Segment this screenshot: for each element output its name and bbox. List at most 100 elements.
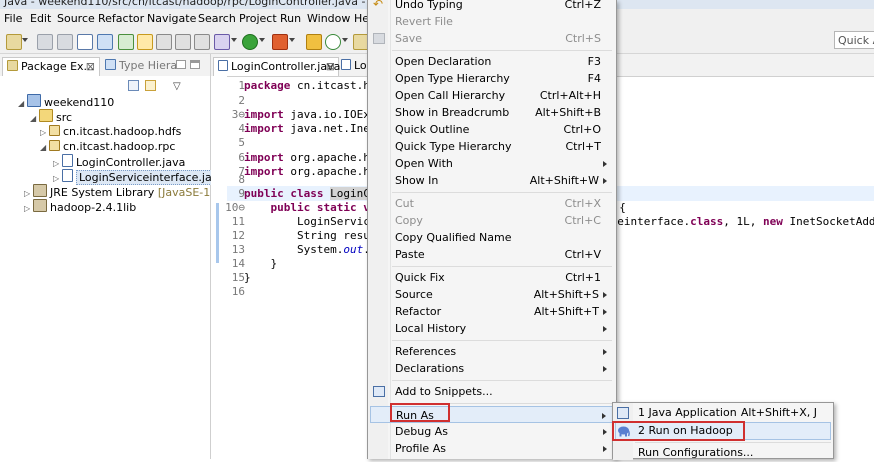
tree-item-hadoop-lib[interactable]: ▷ hadoop-2.4.1lib bbox=[24, 199, 136, 215]
menu-item-undo-typing[interactable]: ↶ Undo Typing Ctrl+Z bbox=[370, 0, 613, 13]
link-with-editor-icon[interactable] bbox=[145, 80, 156, 91]
code-line-12[interactable]: String resul bbox=[244, 229, 376, 242]
menu-source[interactable]: Source bbox=[57, 12, 95, 25]
menu-item-copy-qualified-name[interactable]: Copy Qualified Name bbox=[370, 229, 613, 246]
close-icon[interactable]: ⊠ bbox=[86, 58, 95, 76]
tab-type-hierarchy[interactable]: Type Hiera. bbox=[103, 57, 181, 75]
menu-separator bbox=[392, 50, 612, 51]
menu-item-run-configurations[interactable]: Run Configurations... bbox=[615, 444, 831, 462]
menu-item-show-in[interactable]: Show In Alt+Shift+W bbox=[370, 172, 613, 189]
run-dropdown-icon[interactable] bbox=[259, 38, 265, 42]
menu-item-profile-as[interactable]: Profile As bbox=[370, 440, 613, 457]
line-number: 4 bbox=[238, 122, 245, 135]
code-line-13[interactable]: System.out.p bbox=[244, 243, 377, 256]
tree-item-src[interactable]: ◢ src bbox=[30, 109, 72, 125]
menu-item-label: Copy bbox=[395, 214, 423, 227]
save-all-icon[interactable] bbox=[57, 34, 73, 50]
menu-search[interactable]: Search bbox=[198, 12, 236, 25]
new-class-dropdown-icon[interactable] bbox=[342, 38, 348, 42]
open-task-icon[interactable] bbox=[118, 34, 134, 50]
close-icon[interactable]: ⊠ bbox=[326, 58, 335, 76]
tree-item-jre-library[interactable]: ▷ JRE System Library [JavaSE-1.7] bbox=[24, 184, 225, 200]
menu-item-label: Declarations bbox=[395, 362, 465, 375]
tree-item-project[interactable]: ◢ weekend110 bbox=[18, 94, 114, 110]
code-line-14[interactable]: } bbox=[244, 257, 277, 270]
maximize-icon[interactable] bbox=[190, 60, 200, 69]
menu-item-revert-file[interactable]: Revert File bbox=[370, 13, 613, 30]
menu-item-quick-type-hierarchy[interactable]: Quick Type Hierarchy Ctrl+T bbox=[370, 138, 613, 155]
code-line-10[interactable]: public static vo bbox=[244, 201, 377, 214]
menu-item-open-declaration[interactable]: Open Declaration F3 bbox=[370, 53, 613, 70]
debug-icon[interactable] bbox=[214, 34, 230, 50]
tree-item-loginserviceinterface[interactable]: ▷ LoginServiceinterface.java bbox=[53, 169, 228, 185]
menu-item-copy[interactable]: Copy Ctrl+C bbox=[370, 212, 613, 229]
menu-item-quick-fix[interactable]: Quick Fix Ctrl+1 bbox=[370, 269, 613, 286]
menu-edit[interactable]: Edit bbox=[30, 12, 51, 25]
menu-navigate[interactable]: Navigate bbox=[147, 12, 196, 25]
menu-item-local-history[interactable]: Local History bbox=[370, 320, 613, 337]
menu-item-show-in-breadcrumb[interactable]: Show in Breadcrumb Alt+Shift+B bbox=[370, 104, 613, 121]
menu-item-declarations[interactable]: Declarations bbox=[370, 360, 613, 377]
new-class-icon[interactable] bbox=[325, 34, 341, 50]
open-type-icon[interactable] bbox=[97, 34, 113, 50]
code-line-4[interactable]: import java.net.Inet bbox=[244, 122, 376, 135]
external-tools-icon[interactable] bbox=[272, 34, 288, 50]
menu-item-open-with[interactable]: Open With bbox=[370, 155, 613, 172]
toggle-mark-icon[interactable] bbox=[137, 34, 153, 50]
expand-arrow-icon[interactable]: ◢ bbox=[40, 140, 49, 156]
last-edit-icon[interactable] bbox=[194, 34, 210, 50]
code-line-1[interactable]: package cn.itcast.ha bbox=[244, 79, 376, 92]
code-line-6[interactable]: import org.apache.ha bbox=[244, 151, 376, 164]
tab-package-explorer[interactable]: Package Ex... ⊠ bbox=[2, 57, 100, 76]
menu-file[interactable]: File bbox=[4, 12, 22, 25]
menu-run[interactable]: Run bbox=[280, 12, 301, 25]
code-line-15[interactable]: } bbox=[244, 271, 251, 284]
menu-item-open-type-hierarchy[interactable]: Open Type Hierarchy F4 bbox=[370, 70, 613, 87]
menu-item-java-application[interactable]: 1 Java Application Alt+Shift+X, J bbox=[615, 404, 831, 422]
expand-arrow-icon[interactable]: ◢ bbox=[30, 111, 39, 127]
run-icon[interactable] bbox=[242, 34, 258, 50]
menu-item-debug-as[interactable]: Debug As bbox=[370, 423, 613, 440]
tab-logincontroller[interactable]: LoginController.java ⊠ bbox=[213, 57, 340, 76]
tab-second-editor[interactable]: Lo bbox=[339, 57, 369, 75]
menu-refactor[interactable]: Refactor bbox=[98, 12, 144, 25]
menu-window[interactable]: Window bbox=[307, 12, 350, 25]
menu-item-open-call-hierarchy[interactable]: Open Call Hierarchy Ctrl+Alt+H bbox=[370, 87, 613, 104]
save-icon[interactable] bbox=[37, 34, 53, 50]
tree-item-package-rpc[interactable]: ◢ cn.itcast.hadoop.rpc bbox=[40, 139, 175, 155]
new-dropdown-icon[interactable] bbox=[22, 38, 28, 42]
code-line-3[interactable]: import java.io.IOExc bbox=[244, 108, 376, 121]
menu-item-source[interactable]: Source Alt+Shift+S bbox=[370, 286, 613, 303]
tree-item-logincontroller[interactable]: ▷ LoginController.java bbox=[53, 154, 185, 170]
code-line-7[interactable]: import org.apache.ha bbox=[244, 165, 376, 178]
tree-item-package-hdfs[interactable]: ▷ cn.itcast.hadoop.hdfs bbox=[40, 124, 181, 140]
print-icon[interactable] bbox=[77, 34, 93, 50]
new-java-project-icon[interactable] bbox=[306, 34, 322, 50]
menu-item-quick-outline[interactable]: Quick Outline Ctrl+O bbox=[370, 121, 613, 138]
menu-item-label: 1 Java Application bbox=[638, 406, 737, 419]
collapse-all-icon[interactable] bbox=[128, 80, 139, 91]
menu-item-paste[interactable]: Paste Ctrl+V bbox=[370, 246, 613, 263]
new-icon[interactable] bbox=[6, 34, 22, 50]
prev-annotation-icon[interactable] bbox=[175, 34, 191, 50]
menu-item-label: Open With bbox=[395, 157, 453, 170]
menu-item-refactor[interactable]: Refactor Alt+Shift+T bbox=[370, 303, 613, 320]
menu-item-references[interactable]: References bbox=[370, 343, 613, 360]
menu-separator bbox=[635, 442, 831, 443]
code-line-9[interactable]: public class LoginCo bbox=[244, 187, 377, 200]
debug-dropdown-icon[interactable] bbox=[231, 38, 237, 42]
expand-arrow-icon[interactable]: ◢ bbox=[18, 96, 27, 112]
menu-project[interactable]: Project bbox=[239, 12, 277, 25]
tree-label: LoginServiceinterface.java bbox=[76, 170, 228, 185]
menu-item-save[interactable]: Save Ctrl+S bbox=[370, 30, 613, 47]
code-line-11[interactable]: LoginService bbox=[244, 215, 376, 228]
next-annotation-icon[interactable] bbox=[156, 34, 172, 50]
view-menu-icon[interactable]: ▽ bbox=[173, 81, 181, 92]
menu-item-label: Open Call Hierarchy bbox=[395, 89, 506, 102]
menu-item-cut[interactable]: Cut Ctrl+X bbox=[370, 195, 613, 212]
external-tools-dropdown-icon[interactable] bbox=[289, 38, 295, 42]
collapse-arrow-icon[interactable]: ▷ bbox=[24, 201, 33, 217]
quick-access-input[interactable]: Quick Ac bbox=[834, 31, 874, 49]
menu-item-add-to-snippets[interactable]: Add to Snippets... bbox=[370, 383, 613, 400]
minimize-icon[interactable] bbox=[176, 60, 186, 69]
